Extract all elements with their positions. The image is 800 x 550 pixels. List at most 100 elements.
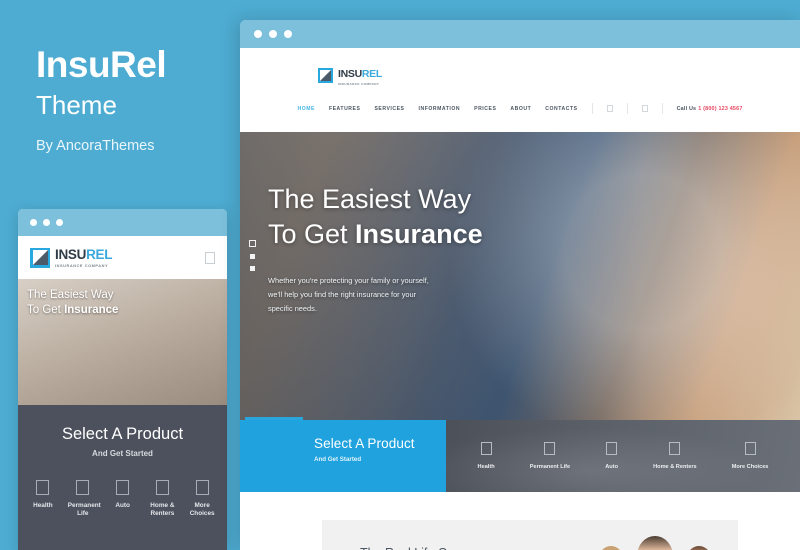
mobile-site-header: INSUREL INSURANCE COMPANY — [18, 236, 227, 279]
mobile-hero-line2-bold: Insurance — [64, 304, 119, 317]
promo-subtitle: Theme — [36, 89, 117, 120]
auto-icon — [606, 442, 618, 455]
logo-tagline: INSURANCE COMPANY — [338, 81, 380, 86]
product-item-permanent-life[interactable]: Permanent Life — [530, 442, 570, 470]
nav-item-about[interactable]: ABOUT — [510, 106, 531, 112]
mobile-product-label: Home & Renters — [150, 502, 175, 518]
hero-heading: The Easiest Way To Get Insurance — [268, 182, 518, 252]
auto-icon — [116, 480, 130, 495]
home-renters-icon — [669, 442, 681, 455]
close-dot-icon[interactable] — [254, 30, 262, 38]
slider-dot-2[interactable] — [250, 254, 255, 259]
health-icon — [36, 480, 50, 495]
mobile-product-item[interactable]: Home & Renters — [148, 480, 178, 519]
mobile-product-item[interactable]: Permanent Life — [67, 480, 101, 519]
select-product-heading-block: Select A Product And Get Started — [240, 420, 446, 492]
permanent-life-icon — [76, 480, 90, 495]
permanent-life-icon — [544, 442, 556, 455]
minimize-dot-icon[interactable] — [269, 30, 277, 38]
select-product-subtitle: And Get Started — [314, 456, 362, 463]
nav-item-contacts[interactable]: CONTACTS — [545, 106, 577, 112]
bottom-section: The Real Life Company — [240, 492, 800, 550]
promo-author: By AncoraThemes — [36, 138, 155, 155]
mobile-select-title: Select A Product — [61, 425, 184, 443]
nav-item-home[interactable]: HOME — [297, 106, 314, 112]
product-label: Health — [477, 464, 495, 470]
mobile-product-label: More Choices — [189, 502, 215, 518]
logo-name-dark: INSU — [338, 68, 362, 80]
logo-name-light: REL — [361, 68, 382, 80]
mobile-product-label: Auto — [115, 502, 130, 509]
nav-item-prices[interactable]: PRICES — [474, 106, 496, 112]
mobile-hero-line1: The Easiest Way — [27, 289, 114, 301]
hero-content: The Easiest Way To Get Insurance Whether… — [268, 182, 518, 315]
logo-mark-icon — [30, 247, 50, 268]
product-label: Permanent Life — [529, 464, 571, 470]
maximize-dot-icon[interactable] — [284, 30, 292, 38]
hero-heading-line1: The Easiest Way — [268, 184, 472, 214]
more-choices-icon — [744, 442, 756, 455]
person-avatar — [686, 546, 712, 550]
product-list: Health Permanent Life Auto Home & Renter… — [446, 420, 800, 492]
call-us-block: Call Us 1 (800) 123 4567 — [677, 106, 743, 112]
desktop-logo[interactable]: INSUREL INSURANCE COMPANY — [318, 65, 382, 86]
mobile-titlebar — [18, 209, 227, 236]
call-us-label: Call Us — [676, 105, 697, 112]
product-item-home-renters[interactable]: Home & Renters — [653, 442, 697, 470]
page-title: InsuRel — [36, 44, 167, 85]
product-label: Home & Renters — [653, 464, 697, 470]
hero-slider: The Easiest Way To Get Insurance Whether… — [240, 132, 800, 420]
logo-name-dark: INSU — [55, 246, 87, 262]
hamburger-icon[interactable] — [205, 251, 215, 264]
phone-number[interactable]: 1 (800) 123 4567 — [698, 106, 742, 112]
mobile-select-product-section: Select A Product And Get Started Health … — [18, 405, 227, 550]
nav-divider — [591, 103, 593, 114]
nav-item-information[interactable]: INFORMATION — [419, 106, 461, 112]
mobile-product-label: Health — [33, 502, 53, 509]
logo-tagline: INSURANCE COMPANY — [55, 263, 109, 269]
slider-dot-1[interactable] — [249, 240, 256, 247]
team-photo — [598, 536, 712, 550]
logo-mark-icon — [318, 67, 333, 83]
product-label: Auto — [605, 464, 619, 470]
mobile-product-label: Permanent Life — [67, 502, 101, 518]
hero-slider-dots — [249, 240, 256, 271]
nav-divider — [661, 103, 663, 114]
minimize-dot-icon[interactable] — [43, 219, 50, 226]
hero-paragraph: Whether you're protecting your family or… — [268, 276, 429, 313]
close-dot-icon[interactable] — [30, 219, 37, 226]
maximize-dot-icon[interactable] — [56, 219, 63, 226]
logo-name-light: REL — [86, 246, 113, 262]
desktop-titlebar — [240, 20, 800, 48]
health-icon — [480, 442, 492, 455]
select-product-title: Select A Product — [314, 436, 415, 451]
person-avatar — [637, 536, 673, 550]
product-item-more-choices[interactable]: More Choices — [731, 442, 769, 470]
product-item-auto[interactable]: Auto — [605, 442, 618, 470]
more-choices-icon — [195, 480, 209, 495]
nav-item-features[interactable]: FEATURES — [329, 106, 360, 112]
product-label: More Choices — [731, 464, 769, 470]
desktop-site-header: INSUREL INSURANCE COMPANY HOME FEATURES … — [240, 48, 800, 132]
mobile-hero-line2: To Get — [27, 304, 65, 317]
main-navigation: HOME FEATURES SERVICES INFORMATION PRICE… — [240, 103, 800, 114]
select-product-section: Select A Product And Get Started Health … — [240, 420, 800, 492]
mobile-product-item[interactable]: Health — [28, 480, 58, 519]
home-renters-icon — [155, 480, 169, 495]
hero-progress-bar — [245, 417, 303, 420]
mobile-select-subtitle: And Get Started — [92, 449, 153, 458]
hero-heading-line2: To Get — [268, 219, 356, 250]
nav-item-services[interactable]: SERVICES — [374, 106, 404, 112]
product-item-health[interactable]: Health — [478, 442, 495, 470]
mobile-product-item[interactable]: More Choices — [187, 480, 217, 519]
mobile-logo[interactable]: INSUREL INSURANCE COMPANY — [30, 247, 112, 268]
bottom-section-title: The Real Life Company — [360, 546, 491, 550]
mobile-preview-card: INSUREL INSURANCE COMPANY The Easiest Wa… — [18, 209, 227, 550]
mobile-hero: The Easiest Way To Get Insurance — [18, 279, 227, 405]
search-icon[interactable] — [606, 105, 613, 112]
nav-divider — [626, 103, 628, 114]
mobile-product-list: Health Permanent Life Auto Home & Renter… — [28, 480, 217, 519]
cart-icon[interactable] — [641, 105, 648, 112]
slider-dot-3[interactable] — [250, 266, 255, 271]
mobile-product-item[interactable]: Auto — [108, 480, 138, 519]
